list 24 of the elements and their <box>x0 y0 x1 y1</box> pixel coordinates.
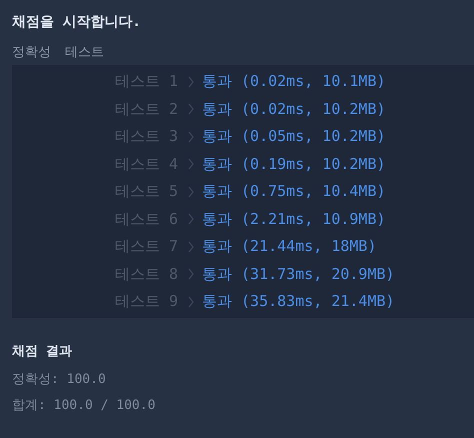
column-header: 테스트 <box>65 44 104 60</box>
grading-result-title: 채점 결과 <box>12 343 73 361</box>
chevron-icon <box>188 130 194 143</box>
chevron-icon <box>188 186 194 198</box>
chevron-icon <box>188 213 194 226</box>
score-line: 정확성: 100.0 <box>12 371 107 389</box>
test-result: 통과 (0.05ms, 10.2MB) <box>202 127 386 146</box>
chevron-icon <box>188 158 194 170</box>
test-result: 통과 (0.19ms, 10.2MB) <box>202 154 386 174</box>
test-result: 통과 (21.44ms, 18MB) <box>202 237 376 256</box>
test-result: 통과 (0.75ms, 10.4MB) <box>202 182 386 202</box>
test-result: 통과 (2.21ms, 10.9MB) <box>202 210 386 229</box>
chevron-icon <box>188 76 194 88</box>
test-result: 통과 (31.73ms, 20.9MB) <box>202 264 395 284</box>
test-result: 통과 (35.83ms, 21.4MB) <box>202 292 395 312</box>
grading-start-message: 채점을 시작합니다. <box>12 13 142 32</box>
test-result: 통과 (0.02ms, 10.2MB) <box>202 100 386 119</box>
test-result: 통과 (0.02ms, 10.1MB) <box>202 72 386 92</box>
chevron-icon <box>188 296 194 308</box>
chevron-icon <box>188 240 194 253</box>
score-line: 합계: 100.0 / 100.0 <box>12 397 156 415</box>
chevron-icon <box>188 103 194 116</box>
column-header: 정확성 <box>12 44 51 60</box>
chevron-icon <box>188 268 194 280</box>
